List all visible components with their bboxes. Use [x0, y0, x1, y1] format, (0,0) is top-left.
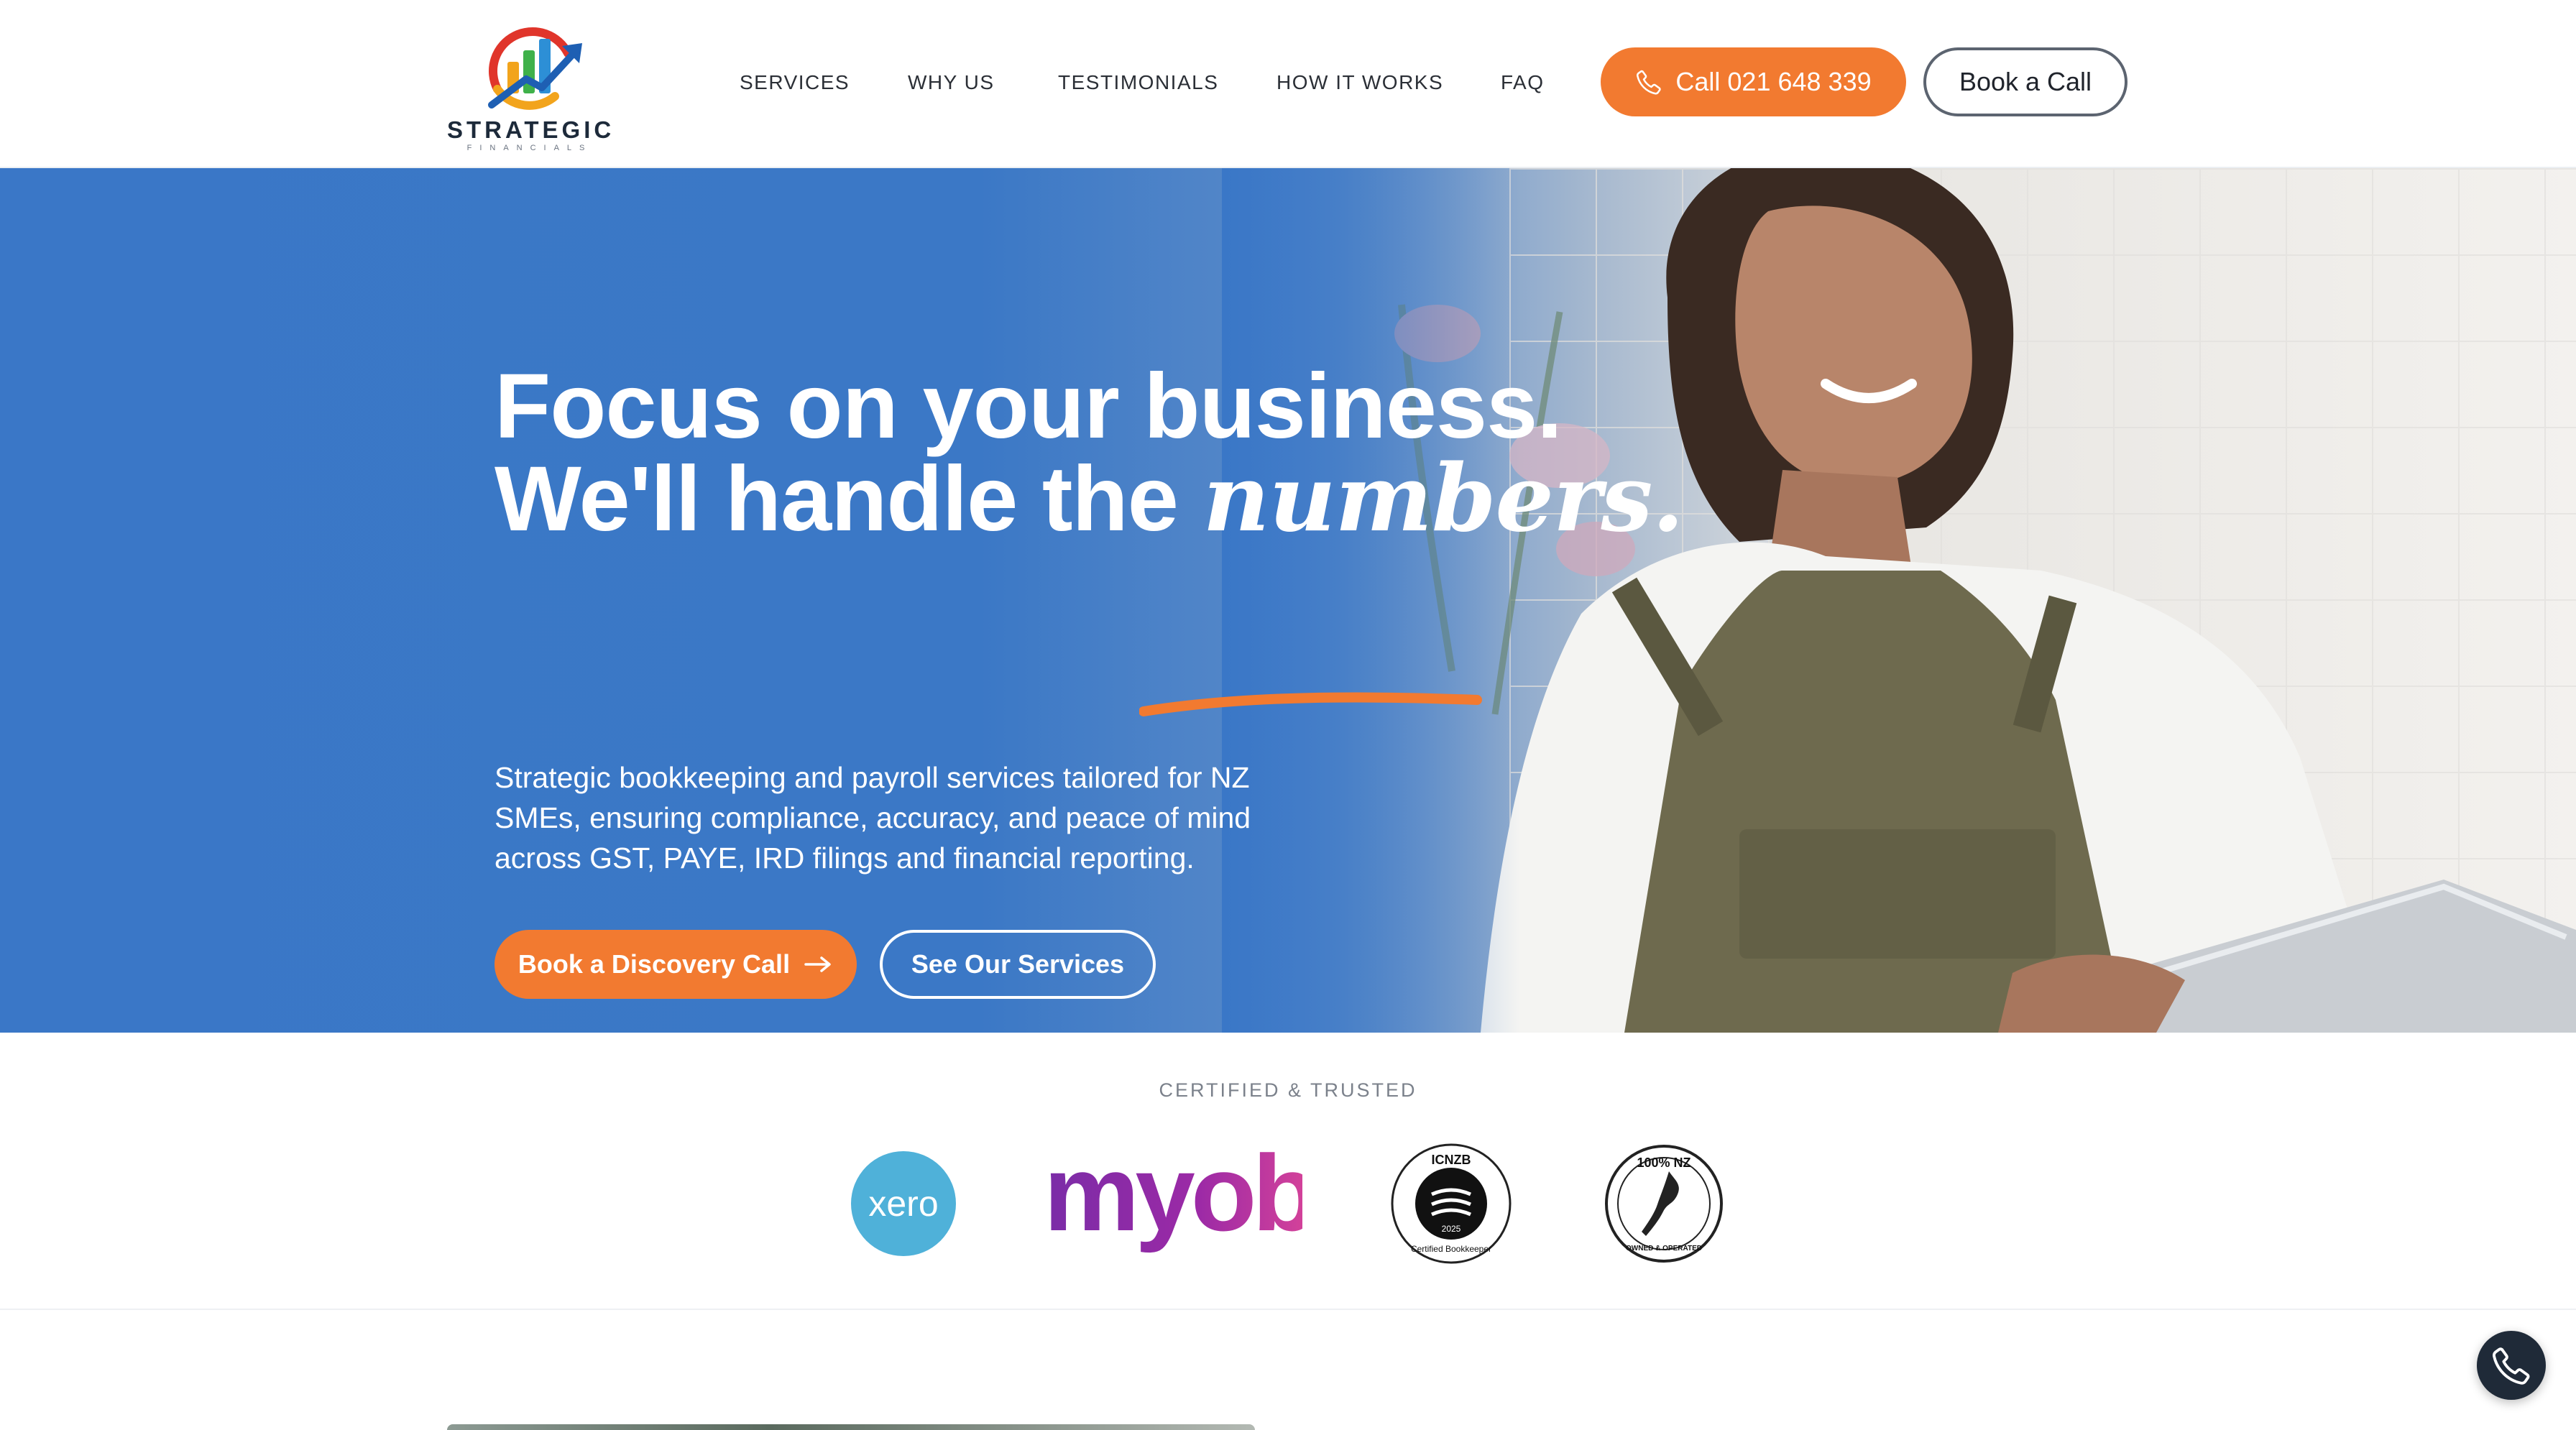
- icnzb-year-text: 2025: [1442, 1224, 1461, 1234]
- logo-subtitle: FINANCIALS: [466, 144, 593, 152]
- trust-label: CERTIFIED & TRUSTED: [1159, 1079, 1417, 1101]
- logo-wordmark: STRATEGIC: [447, 116, 615, 143]
- see-services-label: See Our Services: [911, 949, 1125, 979]
- logo-chart-icon: [488, 27, 582, 110]
- see-services-button[interactable]: See Our Services: [880, 930, 1156, 999]
- xero-wordmark: xero: [868, 1184, 939, 1224]
- section-divider: [0, 1309, 2576, 1310]
- nz-bottom-text: OWNED & OPERATED: [1626, 1245, 1702, 1253]
- nav-how-it-works[interactable]: HOW IT WORKS: [1276, 0, 1443, 165]
- phone-icon: [1637, 70, 1662, 95]
- hero-title-line2: We'll handle the numbers.: [494, 453, 1684, 545]
- call-button[interactable]: Call 021 648 339: [1601, 47, 1906, 116]
- icnzb-top-text: ICNZB: [1432, 1153, 1471, 1167]
- hero-title-emphasis: numbers.: [1202, 445, 1684, 553]
- book-discovery-call-button[interactable]: Book a Discovery Call: [494, 930, 857, 999]
- icnzb-bottom-text: Certified Bookkeeper: [1411, 1244, 1491, 1254]
- icnzb-badge: ICNZB 2025 Certified Bookkeeper: [1391, 1143, 1512, 1264]
- book-call-button[interactable]: Book a Call: [1923, 47, 2128, 116]
- phone-icon: [2493, 1347, 2530, 1385]
- nz-top-text: 100% NZ: [1637, 1155, 1690, 1170]
- logo[interactable]: STRATEGIC FINANCIALS: [447, 10, 612, 154]
- floating-call-button[interactable]: [2477, 1331, 2546, 1400]
- nav-faq[interactable]: FAQ: [1501, 0, 1545, 165]
- book-discovery-call-label: Book a Discovery Call: [518, 949, 791, 979]
- next-section-image-edge: [447, 1424, 1255, 1430]
- hero-title-prefix: We'll handle the: [494, 448, 1203, 550]
- nz-owned-badge: 100% NZ OWNED & OPERATED: [1605, 1145, 1723, 1263]
- myob-logo: myob: [1044, 1139, 1318, 1261]
- hero-title-line1: Focus on your business.: [494, 355, 1563, 458]
- nav-services[interactable]: SERVICES: [740, 0, 850, 165]
- nav-testimonials[interactable]: TESTIMONIALS: [1058, 0, 1218, 165]
- hero-title: Focus on your business. We'll handle the…: [494, 361, 1684, 545]
- hero-subtitle: Strategic bookkeeping and payroll servic…: [494, 761, 1251, 875]
- book-call-label: Book a Call: [1959, 67, 2092, 96]
- hero-section: Focus on your business. We'll handle the…: [0, 168, 2576, 1033]
- arrow-right-icon: [804, 956, 831, 972]
- xero-logo: xero: [851, 1151, 956, 1256]
- nav-why-us[interactable]: WHY US: [908, 0, 995, 165]
- hero-photo: [1222, 168, 2576, 1033]
- emphasis-underline: [1139, 692, 1482, 716]
- call-button-label: Call 021 648 339: [1675, 67, 1872, 96]
- site-header: STRATEGIC FINANCIALS SERVICES WHY US TES…: [0, 0, 2576, 168]
